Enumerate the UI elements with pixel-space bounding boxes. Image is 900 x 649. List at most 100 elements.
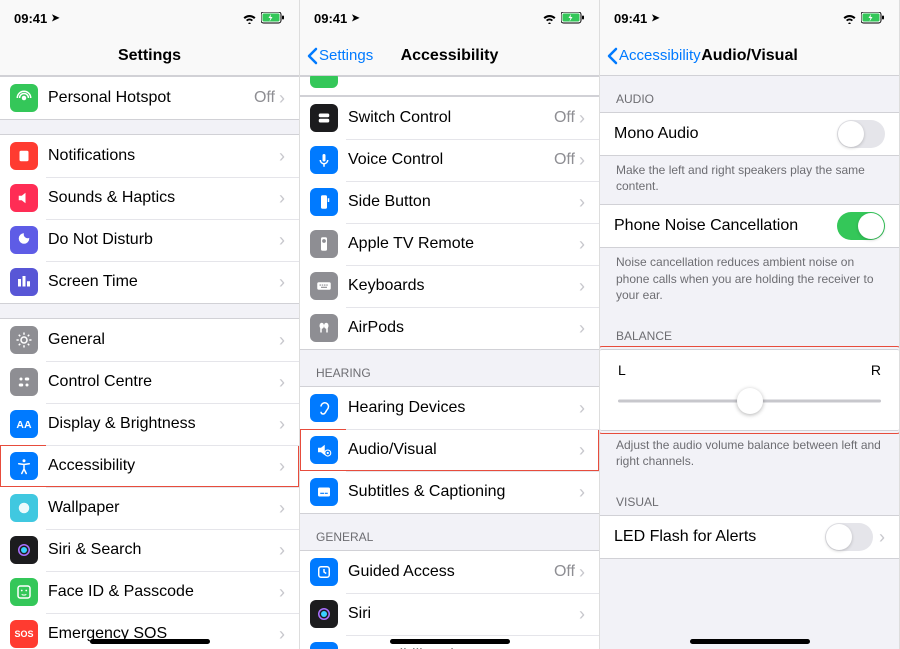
slider-thumb[interactable] [737, 388, 763, 414]
settings-row[interactable]: Face ID & Passcode› [0, 571, 299, 613]
chevron-right-icon: › [579, 398, 585, 419]
notifications-icon [10, 142, 38, 170]
siri2-icon [310, 600, 338, 628]
chevron-right-icon: › [279, 330, 285, 351]
noise-cancellation-footer: Noise cancellation reduces ambient noise… [600, 248, 899, 313]
home-indicator[interactable] [690, 639, 810, 644]
chevron-right-icon: › [579, 192, 585, 213]
led-flash-toggle[interactable] [825, 523, 873, 551]
chevron-right-icon: › [279, 372, 285, 393]
row-label: Personal Hotspot [48, 89, 254, 107]
settings-row[interactable]: Wallpaper› [0, 487, 299, 529]
settings-row[interactable]: Personal HotspotOff› [0, 77, 299, 119]
home-indicator[interactable] [390, 639, 510, 644]
settings-row[interactable]: General› [0, 319, 299, 361]
settings-row[interactable]: Control Centre› [0, 361, 299, 403]
chevron-right-icon: › [579, 150, 585, 171]
settings-row[interactable] [300, 77, 599, 95]
mono-audio-toggle[interactable] [837, 120, 885, 148]
row-label: Voice Control [348, 151, 554, 169]
settings-row[interactable]: Hearing Devices› [300, 387, 599, 429]
settings-row[interactable]: Sounds & Haptics› [0, 177, 299, 219]
hotspot-icon [10, 84, 38, 112]
settings-row[interactable]: Screen Time› [0, 261, 299, 303]
row-label: Side Button [348, 193, 579, 211]
chevron-right-icon: › [579, 440, 585, 461]
row-value: Off [554, 151, 575, 169]
wallpaper-icon [10, 494, 38, 522]
guided-access-icon [310, 558, 338, 586]
row-value: Off [554, 109, 575, 127]
nav-bar: Settings Accessibility [300, 36, 599, 76]
row-label: Apple TV Remote [348, 235, 579, 253]
chevron-right-icon: › [879, 527, 885, 548]
balance-control[interactable]: L R [600, 349, 899, 431]
chevron-right-icon: › [279, 88, 285, 109]
chevron-right-icon: › [279, 272, 285, 293]
battery-icon [561, 12, 585, 24]
chevron-left-icon [306, 47, 318, 65]
status-bar: 09:41 ➤ [600, 0, 899, 36]
back-button[interactable]: Settings [306, 47, 373, 65]
row-label: Subtitles & Captioning [348, 483, 579, 501]
row-label: Switch Control [348, 109, 554, 127]
back-button[interactable]: Accessibility [606, 47, 701, 65]
balance-section-header: BALANCE [600, 313, 899, 349]
balance-slider[interactable] [618, 390, 881, 412]
settings-row[interactable]: Keyboards› [300, 265, 599, 307]
chevron-right-icon: › [579, 482, 585, 503]
chevron-right-icon: › [279, 540, 285, 561]
wifi-icon [542, 13, 557, 24]
chevron-right-icon: › [579, 234, 585, 255]
location-icon: ➤ [651, 13, 659, 24]
row-label: Hearing Devices [348, 399, 579, 417]
row-value: Off [554, 563, 575, 581]
settings-row[interactable]: Do Not Disturb› [0, 219, 299, 261]
settings-row[interactable]: Apple TV Remote› [300, 223, 599, 265]
settings-row[interactable]: Siri & Search› [0, 529, 299, 571]
row-label: Keyboards [348, 277, 579, 295]
status-icons [242, 12, 285, 24]
settings-row[interactable]: Siri› [300, 593, 599, 635]
balance-left-label: L [618, 362, 626, 378]
wifi-icon [842, 13, 857, 24]
noise-cancellation-row[interactable]: Phone Noise Cancellation [600, 205, 899, 247]
settings-row[interactable]: Voice ControlOff› [300, 139, 599, 181]
chevron-right-icon: › [279, 230, 285, 251]
settings-row[interactable]: Notifications› [0, 135, 299, 177]
row-label: Do Not Disturb [48, 231, 279, 249]
settings-row[interactable]: Audio/Visual› [300, 429, 599, 471]
settings-row[interactable]: Accessibility› [0, 445, 299, 487]
chevron-right-icon: › [279, 582, 285, 603]
row-value: Off [254, 89, 275, 107]
mono-audio-footer: Make the left and right speakers play th… [600, 156, 899, 204]
row-label: Control Centre [48, 373, 279, 391]
mono-audio-row[interactable]: Mono Audio [600, 113, 899, 155]
settings-row[interactable]: AADisplay & Brightness› [0, 403, 299, 445]
settings-row[interactable]: Subtitles & Captioning› [300, 471, 599, 513]
audio-visual-screen: 09:41 ➤ Accessibility Audio/Visual AUDIO… [600, 0, 900, 649]
home-indicator[interactable] [90, 639, 210, 644]
faceid-icon [10, 578, 38, 606]
settings-row[interactable]: Guided AccessOff› [300, 551, 599, 593]
shortcut-icon [310, 642, 338, 649]
siri-icon [10, 536, 38, 564]
audio-section-header: AUDIO [600, 76, 899, 112]
led-flash-row[interactable]: LED Flash for Alerts › [600, 516, 899, 558]
noise-cancellation-toggle[interactable] [837, 212, 885, 240]
status-time: 09:41 [314, 11, 347, 26]
wifi-icon [242, 13, 257, 24]
status-time: 09:41 [614, 11, 647, 26]
page-title: Audio/Visual [701, 47, 798, 65]
settings-row[interactable]: Switch ControlOff› [300, 97, 599, 139]
settings-row[interactable]: Side Button› [300, 181, 599, 223]
chevron-right-icon: › [279, 624, 285, 645]
settings-row[interactable]: AirPods› [300, 307, 599, 349]
battery-icon [861, 12, 885, 24]
side-button-icon [310, 188, 338, 216]
accessibility-screen: 09:41 ➤ Settings Accessibility Switch Co… [300, 0, 600, 649]
status-icons [842, 12, 885, 24]
subtitles-icon [310, 478, 338, 506]
row-label: General [48, 331, 279, 349]
chevron-right-icon: › [579, 646, 585, 649]
